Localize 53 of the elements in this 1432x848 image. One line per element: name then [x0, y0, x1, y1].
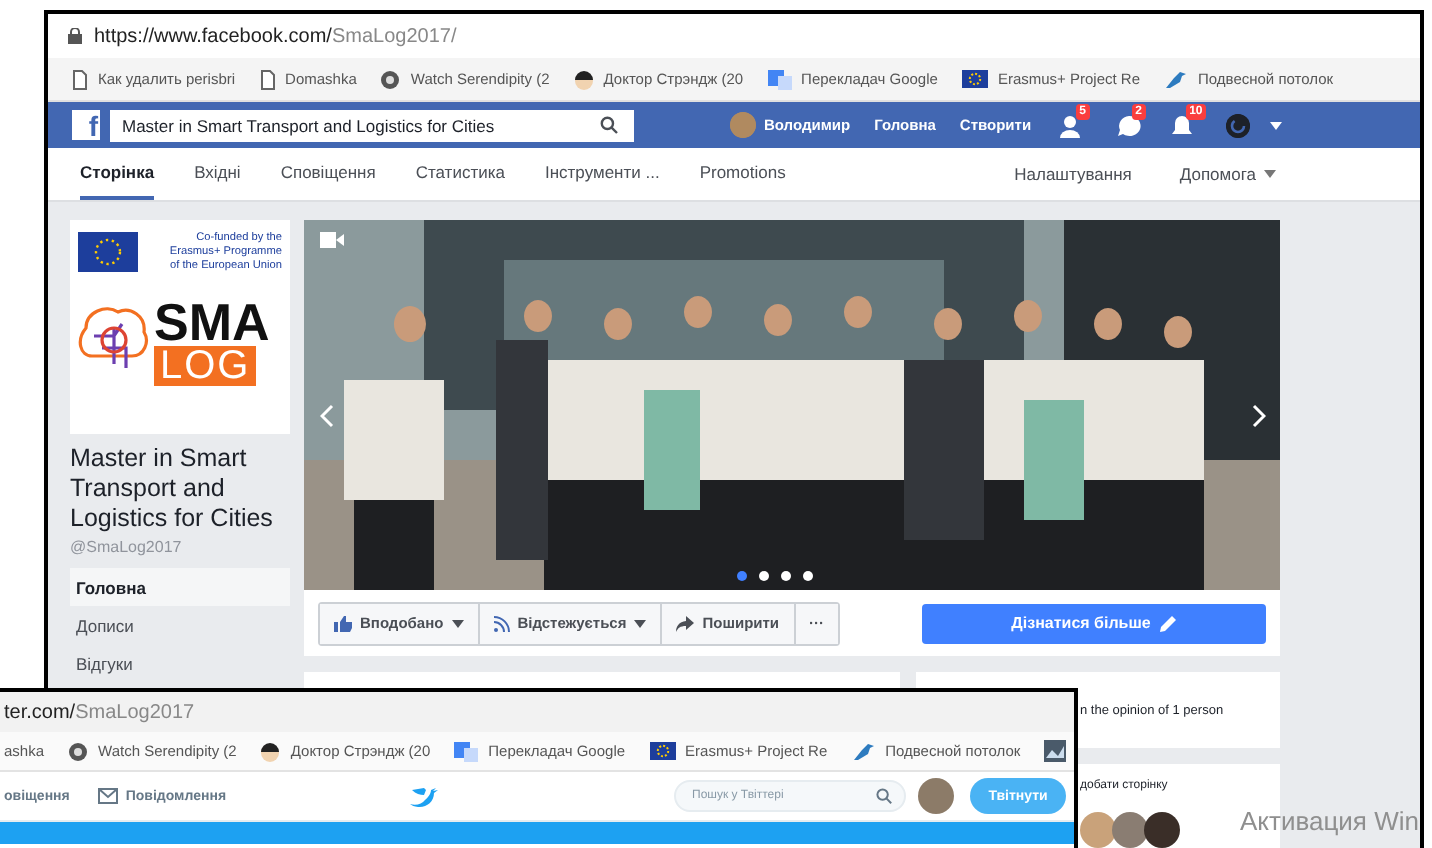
chevron-right-icon[interactable] — [1252, 404, 1266, 428]
share-arrow-icon — [676, 615, 695, 631]
page-tab[interactable]: Вхідні — [194, 148, 241, 200]
search-field[interactable]: Master in Smart Transport and Logistics for Cities — [110, 109, 634, 141]
caret-icon — [634, 619, 647, 627]
menu-link[interactable]: Налаштування — [1014, 164, 1132, 184]
bell-icon[interactable] — [1169, 113, 1194, 137]
logo-text: SMA — [154, 298, 270, 346]
carousel-dots[interactable] — [736, 570, 816, 582]
image-icon — [1044, 740, 1067, 762]
caret-icon — [451, 619, 464, 627]
url-text[interactable]: ter.com/SmaLog2017 — [4, 701, 195, 723]
search-icon[interactable] — [600, 116, 618, 134]
page-tab[interactable]: Сповіщення — [280, 148, 376, 200]
page-handle: @SmaLog2017 — [70, 538, 184, 556]
flag-icon — [961, 70, 988, 88]
page-tab[interactable]: Сторінка — [80, 148, 155, 200]
rss-icon — [493, 615, 510, 631]
page-name: Master in Smart Transport and Logistics for Cities — [70, 444, 275, 534]
reel-icon — [380, 69, 401, 89]
page-icon — [259, 69, 276, 89]
cartoon-head-icon — [260, 741, 281, 761]
chevron-left-icon[interactable] — [320, 404, 334, 428]
activation-notice: Активация Win — [1240, 806, 1419, 836]
avatar[interactable] — [1144, 812, 1180, 848]
caret-icon — [1269, 121, 1282, 129]
logo-text: LOG — [154, 346, 257, 386]
sidebar-item[interactable]: Відгуки — [70, 644, 290, 682]
menu-link[interactable]: Допомога — [1179, 164, 1276, 184]
sidebar-item[interactable]: Головна — [70, 568, 290, 606]
lock-icon — [68, 28, 82, 44]
logo[interactable]: f — [72, 110, 100, 140]
pencil-icon — [1160, 615, 1177, 631]
thumbs-up-icon — [334, 615, 352, 631]
translate-icon — [454, 741, 479, 761]
url-text[interactable]: https://www.facebook.com/SmaLog2017/ — [94, 25, 457, 47]
page-tab[interactable]: Статистика — [415, 148, 505, 200]
translate-icon — [767, 69, 792, 89]
video-camera-icon — [320, 232, 344, 248]
cartoon-head-icon — [573, 69, 594, 89]
flag-icon — [649, 742, 676, 760]
search-icon[interactable] — [876, 788, 892, 804]
learn-more-button[interactable]: Дізнатися більше — [922, 603, 1266, 643]
sidebar-item[interactable]: Дописи — [70, 606, 290, 644]
page-tab[interactable]: Promotions — [699, 148, 786, 200]
chat-bubble-icon[interactable] — [1115, 113, 1142, 137]
caret-icon — [1264, 170, 1276, 178]
mail-icon[interactable] — [97, 788, 118, 804]
page-icon — [72, 69, 88, 89]
reel-icon — [68, 741, 89, 761]
avatar[interactable] — [1112, 812, 1148, 848]
page-tab[interactable]: Інструменти ... — [544, 148, 660, 200]
eu-flag-icon — [78, 232, 138, 272]
